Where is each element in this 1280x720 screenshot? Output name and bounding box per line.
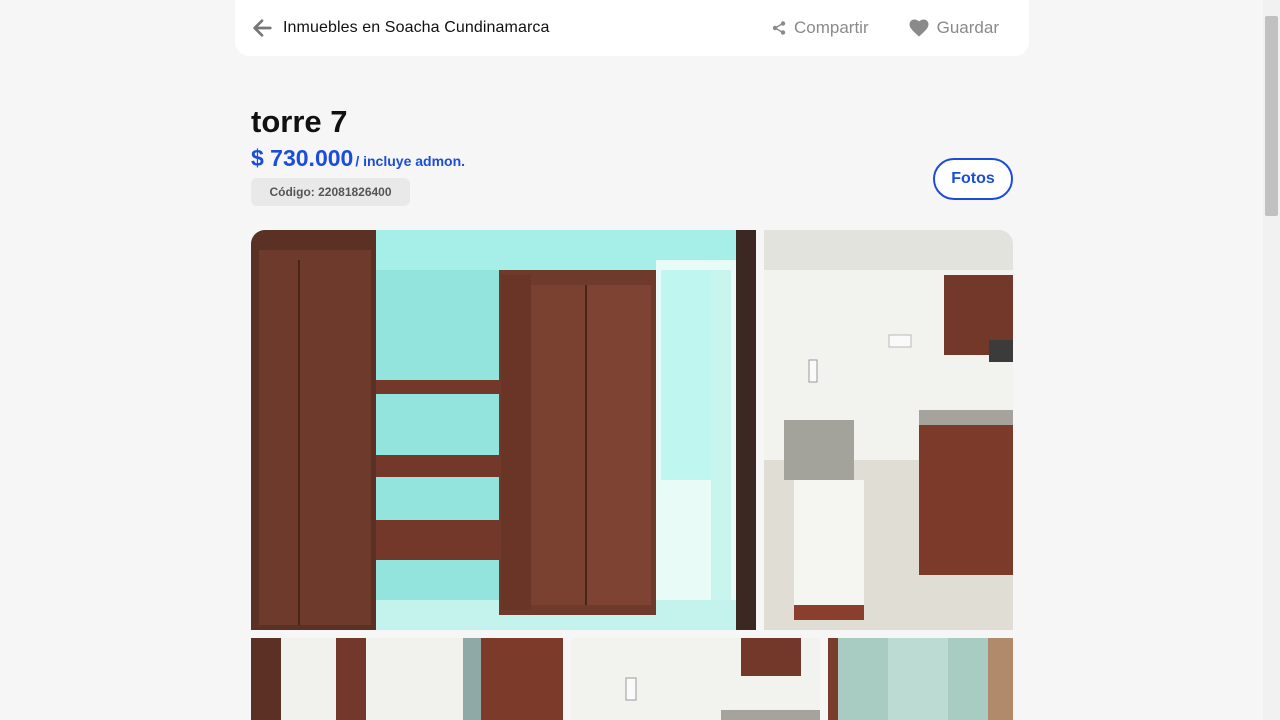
top-bar: Inmuebles en Soacha Cundinamarca Compart…: [235, 0, 1029, 56]
price-row: $ 730.000 / incluye admon.: [251, 145, 465, 172]
scrollbar-thumb[interactable]: [1265, 16, 1278, 216]
back-link-label: Inmuebles en Soacha Cundinamarca: [283, 19, 550, 36]
photo-thumbnail-3[interactable]: [828, 638, 1013, 720]
share-icon: [772, 21, 786, 35]
main-photo[interactable]: [251, 230, 756, 630]
photos-button[interactable]: Fotos: [933, 158, 1013, 200]
price: $ 730.000: [251, 145, 354, 171]
share-button[interactable]: Compartir: [772, 18, 869, 38]
photo-thumbnail-1[interactable]: [251, 638, 563, 720]
back-link[interactable]: Inmuebles en Soacha Cundinamarca: [251, 17, 549, 39]
page-title: torre 7: [251, 104, 348, 139]
price-note: / incluye admon.: [355, 153, 466, 169]
photo-thumbnail-2[interactable]: [571, 638, 820, 720]
save-label: Guardar: [936, 18, 999, 37]
arrow-left-icon: [253, 19, 272, 37]
heart-icon: [909, 19, 929, 37]
save-button[interactable]: Guardar: [909, 18, 999, 38]
header-actions: Compartir Guardar: [772, 18, 1013, 38]
page-scrollbar[interactable]: [1263, 0, 1280, 720]
listing-code-badge: Código: 22081826400: [251, 178, 410, 206]
share-label: Compartir: [794, 18, 869, 37]
kitchen-photo[interactable]: [764, 230, 1013, 630]
